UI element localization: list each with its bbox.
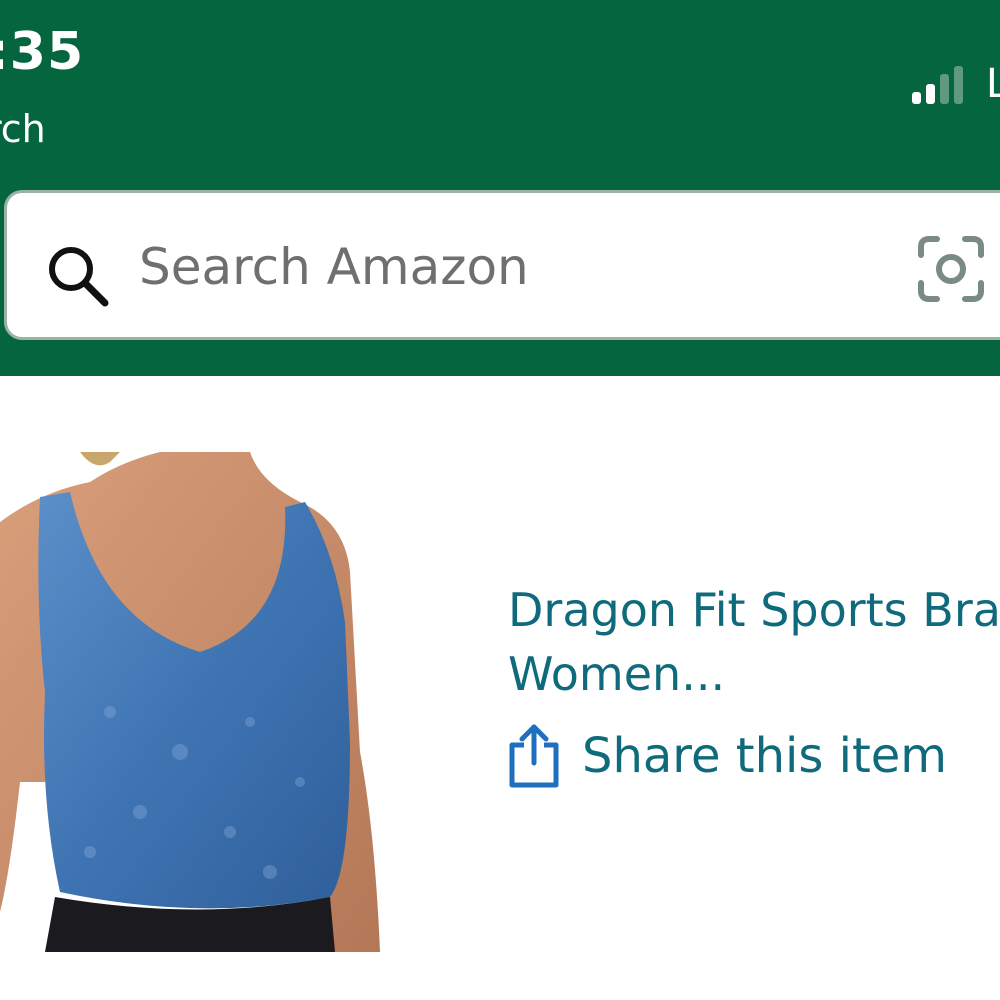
search-input[interactable] xyxy=(139,227,859,307)
header-bar: :35 rch L xyxy=(0,0,1000,376)
share-item-button[interactable]: Share this item xyxy=(506,720,947,792)
search-bar[interactable] xyxy=(4,190,1000,340)
cellular-signal-icon xyxy=(912,66,963,104)
share-icon xyxy=(509,724,559,788)
back-to-search-link[interactable]: rch xyxy=(0,110,46,148)
app-screen: :35 rch L xyxy=(0,0,1000,1000)
search-icon[interactable] xyxy=(45,243,111,309)
status-time: :35 xyxy=(0,22,85,82)
share-item-label: Share this item xyxy=(582,728,948,784)
product-title-link[interactable]: Dragon Fit Sports Bra Women... xyxy=(508,578,1000,706)
network-type-label: L xyxy=(986,61,1000,107)
camera-scan-icon[interactable] xyxy=(917,235,985,303)
product-image[interactable] xyxy=(0,452,390,952)
